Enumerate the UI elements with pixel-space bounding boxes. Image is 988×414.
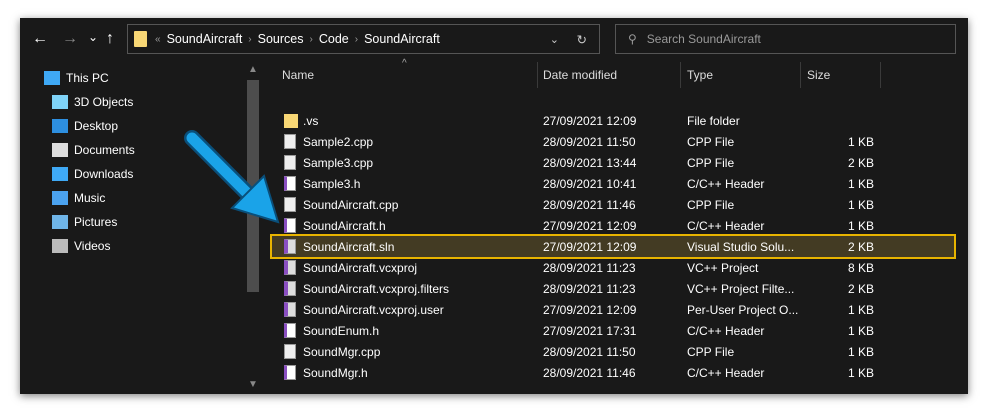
pointer-arrow	[184, 130, 280, 224]
